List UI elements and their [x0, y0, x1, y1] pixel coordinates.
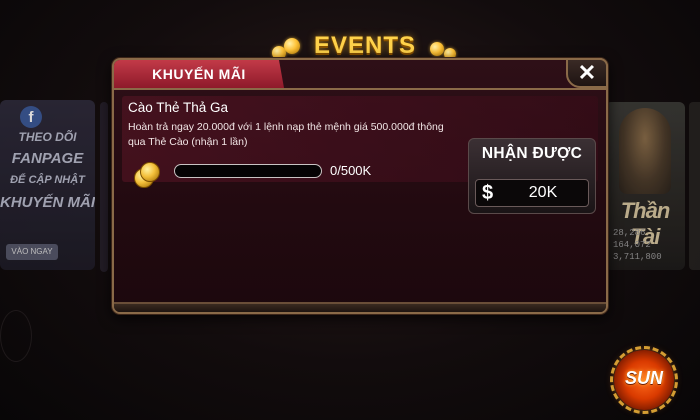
fanpage-promo-tile[interactable]: f THEO DÕI FANPAGE ĐỂ CẬP NHẬT KHUYẾN MÃ…	[0, 100, 95, 270]
fanpage-tile-line-1: THEO DÕI	[18, 130, 77, 144]
fanpage-tile-line-3: ĐỂ CẬP NHẬT	[10, 174, 85, 186]
jackpot-value: 28,286	[613, 228, 646, 238]
sun-logo-button[interactable]: SUN	[610, 346, 678, 414]
event-card: Cào Thẻ Thả Ga Hoàn trả ngay 20.000đ với…	[122, 96, 598, 214]
facebook-icon: f	[20, 106, 42, 128]
decorative-ornament	[0, 310, 32, 362]
reward-amount-field: $ 20K	[475, 179, 589, 207]
game-tile-partial[interactable]	[100, 102, 108, 272]
dollar-icon: $	[482, 182, 494, 204]
progress-bar	[174, 164, 322, 178]
game-tile-partial[interactable]	[689, 102, 700, 270]
reward-value: 20K	[528, 184, 558, 201]
reward-title: NHẬN ĐƯỢC	[481, 145, 583, 162]
tab-promotion[interactable]: KHUYẾN MÃI	[114, 60, 284, 88]
logo-text: SUN	[624, 368, 663, 388]
promotion-modal: KHUYẾN MÃI ✕ Cào Thẻ Thả Ga Hoàn trả nga…	[112, 58, 608, 314]
event-description: Hoàn trả ngay 20.000đ với 1 lệnh nạp thẻ…	[128, 121, 444, 148]
fanpage-tile-line-2: FANPAGE	[11, 150, 84, 167]
close-icon: ✕	[577, 60, 597, 85]
event-title: Cào Thẻ Thả Ga	[128, 100, 229, 115]
jackpot-value: 164,072	[613, 240, 651, 250]
reward-box: NHẬN ĐƯỢC $ 20K	[468, 138, 596, 214]
than-tai-game-tile[interactable]: Thần Tài 28,286 164,072 3,711,800	[605, 102, 685, 270]
jackpot-value: 3,711,800	[613, 252, 662, 262]
god-of-wealth-image	[619, 108, 671, 194]
modal-footer	[114, 304, 606, 312]
events-title: EVENTS	[313, 32, 417, 59]
fanpage-tile-line-4: KHUYẾN MÃI	[0, 194, 95, 211]
enter-now-button[interactable]: VÀO NGAY	[6, 244, 58, 260]
progress-text: 0/500K	[330, 163, 372, 178]
modal-header: KHUYẾN MÃI	[114, 60, 606, 90]
close-button[interactable]: ✕	[566, 58, 608, 88]
coins-icon	[134, 162, 162, 188]
